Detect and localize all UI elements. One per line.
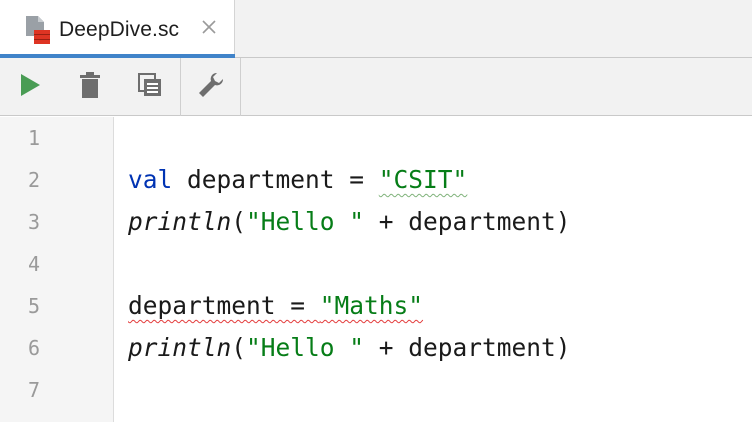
line-number: 7 (27, 378, 40, 402)
line-number: 5 (27, 294, 40, 318)
run-icon (19, 73, 41, 102)
line-number: 6 (27, 336, 40, 360)
copy-output-button[interactable] (120, 58, 180, 116)
code-line-3[interactable]: println("Hello " + department) (128, 201, 571, 243)
close-icon[interactable] (200, 18, 218, 36)
line-number: 1 (27, 126, 40, 150)
code-text: + department) (364, 207, 571, 236)
function-name: println (128, 333, 232, 362)
code-text: ( (231, 333, 247, 362)
error-reassignment: department = (128, 291, 320, 320)
clear-button[interactable] (60, 58, 120, 116)
line-number: 2 (27, 168, 40, 192)
line-number-gutter: 1 2 3 4 5 6 7 (0, 117, 114, 422)
editor-tab-bar: DeepDive.sc (0, 0, 752, 58)
tab-deepdive[interactable]: DeepDive.sc (0, 0, 235, 58)
line-number: 3 (27, 210, 40, 234)
line-number: 4 (27, 252, 40, 276)
code-text: + department) (364, 333, 571, 362)
trash-icon (79, 71, 101, 103)
run-button[interactable] (0, 58, 60, 116)
code-line-6[interactable]: println("Hello " + department) (128, 327, 571, 369)
tab-title: DeepDive.sc (59, 18, 180, 41)
string-literal: "CSIT" (378, 165, 468, 194)
code-text: department = (172, 165, 379, 194)
settings-button[interactable] (181, 58, 241, 116)
toolbar-separator (240, 58, 241, 116)
code-editor[interactable]: 1 2 3 4 5 6 7 val department = "CSIT" pr… (0, 117, 752, 422)
string-literal: "Maths" (319, 291, 424, 320)
code-text: ( (231, 207, 247, 236)
scala-file-icon (24, 14, 50, 46)
function-name: println (128, 207, 232, 236)
string-literal: "Hello " (246, 333, 365, 362)
code-line-5[interactable]: department = "Maths" (128, 285, 423, 327)
code-line-2[interactable]: val department = "CSIT" (128, 159, 467, 201)
string-literal: "Hello " (246, 207, 365, 236)
keyword-val: val (128, 165, 173, 194)
worksheet-toolbar (0, 58, 752, 116)
wrench-icon (197, 71, 225, 104)
copy-icon (138, 72, 162, 102)
